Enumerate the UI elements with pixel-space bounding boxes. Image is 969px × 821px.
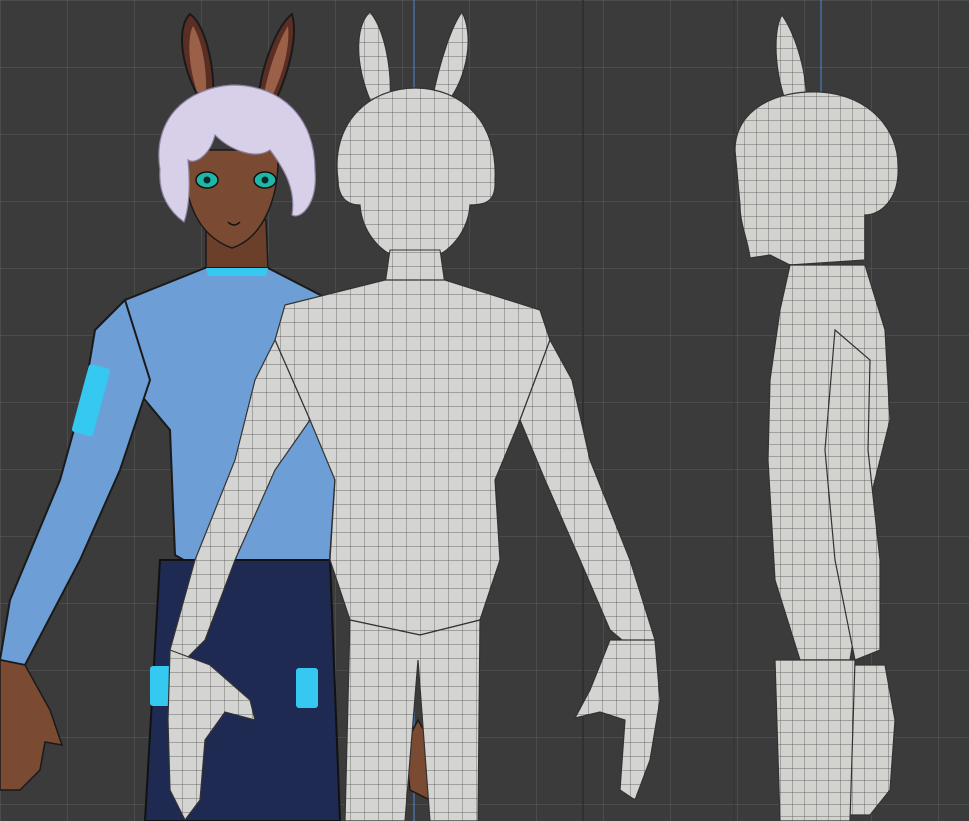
side-head — [734, 91, 899, 266]
left-hand — [0, 659, 64, 791]
left-sleeve — [0, 298, 152, 667]
mesh-arm-right — [519, 338, 656, 656]
mesh-ear-left — [358, 11, 391, 101]
scene — [0, 0, 899, 821]
side-legs — [774, 659, 856, 821]
mesh-head — [336, 87, 496, 263]
viewport-canvas[interactable] — [0, 0, 969, 821]
side-wireframe-mesh — [734, 13, 899, 821]
mesh-hand-right — [573, 639, 661, 801]
side-ear — [775, 13, 807, 106]
mesh-ear-right — [431, 10, 469, 103]
